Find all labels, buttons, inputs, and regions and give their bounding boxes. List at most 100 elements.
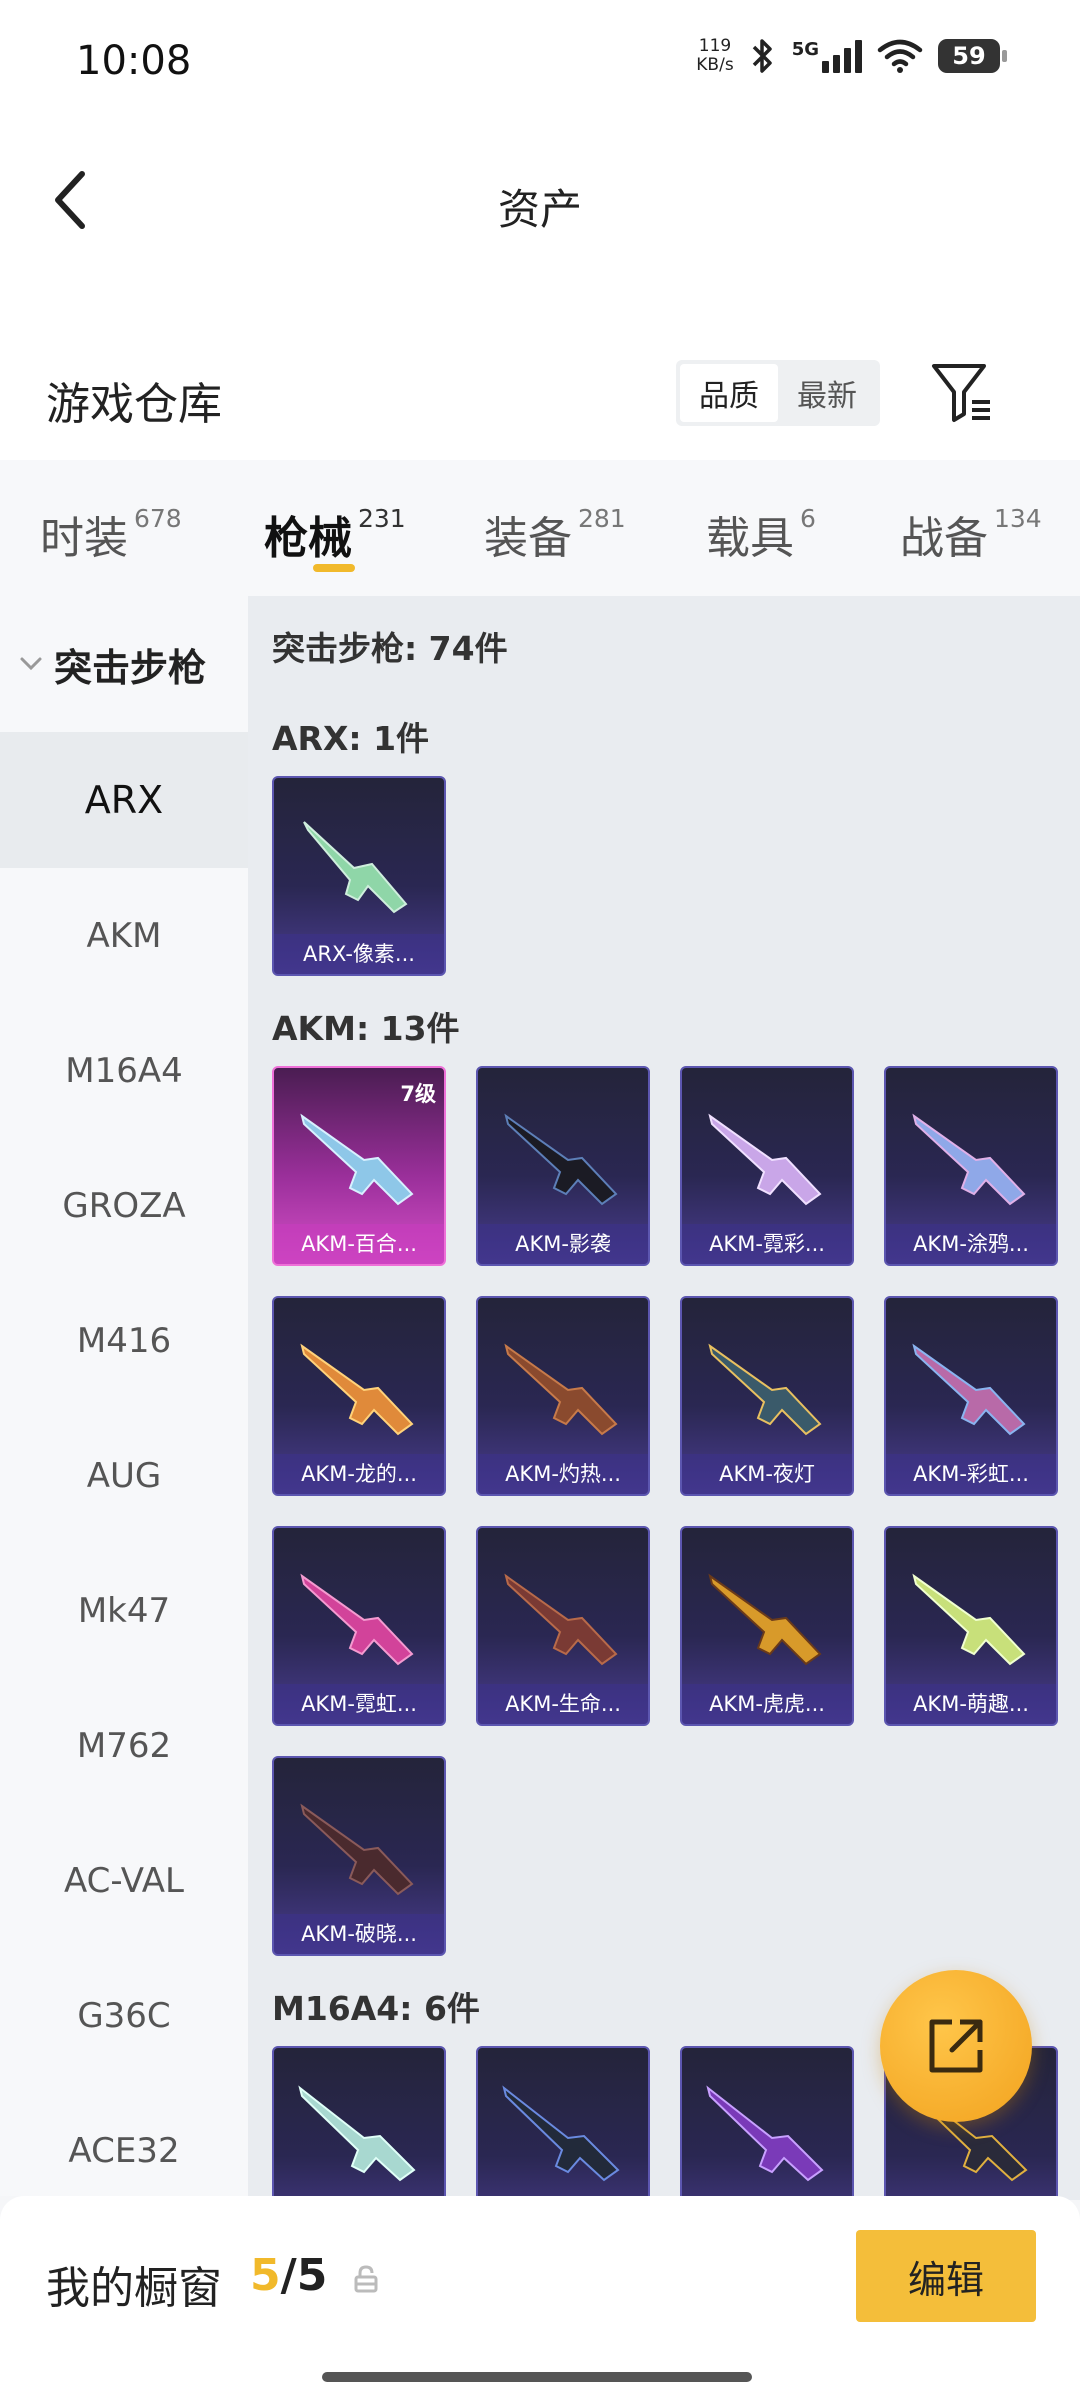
- sidebar-item-aug[interactable]: AUG: [0, 1408, 248, 1544]
- weapon-card[interactable]: AKM-虎虎...: [680, 1526, 854, 1726]
- tab-fashion[interactable]: 时装 678: [40, 502, 182, 566]
- tab-label: 时装: [40, 513, 128, 564]
- share-fab[interactable]: [880, 1970, 1032, 2122]
- sort-toggle: 品质 最新: [676, 360, 880, 426]
- weapon-card-name: ARX-像素...: [274, 934, 444, 974]
- signal-icon: [822, 39, 862, 73]
- filter-icon: [932, 364, 990, 422]
- tab-equipment[interactable]: 装备 281: [484, 502, 626, 566]
- net-speed-unit: KB/s: [696, 55, 734, 75]
- weapon-card-name: AKM-涂鸦...: [886, 1224, 1056, 1264]
- sidebar-item-akm[interactable]: AKM: [0, 868, 248, 1004]
- chevron-down-icon: [20, 657, 42, 671]
- weapon-card[interactable]: AKM-龙的...: [272, 1296, 446, 1496]
- weapon-card[interactable]: [680, 2046, 854, 2200]
- weapon-card[interactable]: ARX-像素...: [272, 776, 446, 976]
- sidebar-item-m416[interactable]: M416: [0, 1273, 248, 1409]
- status-bar: 10:08 119 KB/s 5G 59: [0, 0, 1080, 120]
- sidebar-item-m762[interactable]: M762: [0, 1678, 248, 1814]
- showcase-count-current: 5: [250, 2250, 281, 2301]
- tab-combat-supplies[interactable]: 战备 134: [900, 502, 1042, 566]
- net-speed: 119 KB/s: [696, 37, 733, 75]
- weapon-sidebar: 突击步枪 ARX AKM M16A4 GROZA M416 AUG Mk47 M…: [0, 596, 248, 2196]
- status-time: 10:08: [76, 38, 192, 84]
- rifle-icon: [298, 2085, 416, 2182]
- weapon-card-name: AKM-霓虹...: [274, 1684, 444, 1724]
- weapon-card[interactable]: [272, 2046, 446, 2200]
- weapon-card[interactable]: AKM-霓虹...: [272, 1526, 446, 1726]
- weapon-card-name: AKM-霓彩...: [682, 1224, 852, 1264]
- tab-vehicles[interactable]: 载具 6: [706, 502, 816, 566]
- net-speed-value: 119: [698, 36, 732, 56]
- showcase-count: 5/5: [250, 2250, 327, 2301]
- sort-option-quality[interactable]: 品质: [680, 364, 778, 422]
- weapon-card-name: AKM-萌趣...: [886, 1684, 1056, 1724]
- section-title-m16a4: M16A4: 6件: [272, 1989, 480, 2028]
- tab-label: 装备: [484, 513, 572, 564]
- weapon-card-name: AKM-夜灯: [682, 1454, 852, 1494]
- page-title: 资产: [497, 185, 582, 234]
- sidebar-item-g36c[interactable]: G36C: [0, 1948, 248, 2084]
- weapon-card-name: AKM-生命...: [478, 1684, 648, 1724]
- weapon-card[interactable]: AKM-夜灯: [680, 1296, 854, 1496]
- weapon-card[interactable]: AKM-涂鸦...: [884, 1066, 1058, 1266]
- warehouse-bar: 游戏仓库 品质 最新: [0, 290, 1080, 460]
- edit-button[interactable]: 编辑: [856, 2230, 1036, 2322]
- tab-label: 枪械: [264, 513, 352, 564]
- sidebar-item-arx[interactable]: ARX: [0, 732, 248, 868]
- showcase-count-separator: /: [280, 2250, 297, 2301]
- weapon-card-name: AKM-龙的...: [274, 1454, 444, 1494]
- rifle-icon: [504, 1573, 618, 1666]
- app-header: 资产: [0, 120, 1080, 290]
- tab-count: 231: [358, 504, 406, 533]
- sidebar-item-m16a4[interactable]: M16A4: [0, 1003, 248, 1139]
- tab-count: 6: [800, 504, 816, 533]
- wifi-icon: [877, 39, 923, 73]
- tab-firearms[interactable]: 枪械 231: [264, 502, 406, 566]
- weapon-card-name: AKM-影袭: [478, 1224, 648, 1264]
- weapon-card[interactable]: AKM-霓彩...: [680, 1066, 854, 1266]
- home-indicator[interactable]: [322, 2372, 752, 2382]
- weapon-card[interactable]: 7级 AKM-百合...: [272, 1066, 446, 1266]
- rifle-icon: [708, 1113, 822, 1206]
- rifle-icon: [502, 2085, 620, 2182]
- rifle-icon: [300, 1573, 414, 1666]
- category-total: 突击步枪: 74件: [272, 629, 508, 668]
- tab-count: 678: [134, 504, 182, 533]
- weapon-card-name: AKM-百合...: [274, 1224, 444, 1264]
- rifle-icon: [504, 1113, 618, 1206]
- rifle-icon: [300, 1113, 414, 1206]
- lock-icon: [354, 2265, 378, 2293]
- cellular-signal: 5G: [792, 39, 862, 73]
- weapon-card[interactable]: AKM-生命...: [476, 1526, 650, 1726]
- weapon-content: 突击步枪: 74件 ARX: 1件 ARX-像素... AKM: 13件 7级 …: [248, 596, 1080, 2200]
- sort-option-newest[interactable]: 最新: [778, 364, 876, 422]
- rifle-icon: [708, 1343, 822, 1436]
- rifle-icon: [300, 1343, 414, 1436]
- filter-button[interactable]: [930, 360, 994, 426]
- network-type: 5G: [791, 39, 819, 60]
- weapon-card[interactable]: AKM-萌趣...: [884, 1526, 1058, 1726]
- status-icons: 119 KB/s 5G 59: [696, 36, 1007, 76]
- sidebar-group-assault-rifles[interactable]: 突击步枪: [0, 596, 248, 732]
- sidebar-item-groza[interactable]: GROZA: [0, 1138, 248, 1274]
- sidebar-item-ac-val[interactable]: AC-VAL: [0, 1813, 248, 1949]
- section-title-akm: AKM: 13件: [272, 1009, 460, 1048]
- rifle-icon: [912, 1113, 1026, 1206]
- rifle-icon: [706, 2085, 824, 2182]
- sidebar-group-label: 突击步枪: [54, 645, 207, 690]
- share-external-icon: [929, 2019, 983, 2073]
- section-title-arx: ARX: 1件: [272, 719, 430, 758]
- sidebar-item-mk47[interactable]: Mk47: [0, 1543, 248, 1679]
- weapon-card-name: AKM-彩虹...: [886, 1454, 1056, 1494]
- weapon-card[interactable]: AKM-影袭: [476, 1066, 650, 1266]
- weapon-card[interactable]: AKM-破晓...: [272, 1756, 446, 1956]
- weapon-card[interactable]: AKM-灼热...: [476, 1296, 650, 1496]
- bluetooth-icon: [752, 39, 772, 73]
- weapon-card[interactable]: [476, 2046, 650, 2200]
- rifle-icon: [912, 1343, 1026, 1436]
- weapon-card[interactable]: AKM-彩虹...: [884, 1296, 1058, 1496]
- weapon-card-name: AKM-破晓...: [274, 1914, 444, 1954]
- showcase-count-max: 5: [296, 2250, 328, 2301]
- weapon-card-name: AKM-虎虎...: [682, 1684, 852, 1724]
